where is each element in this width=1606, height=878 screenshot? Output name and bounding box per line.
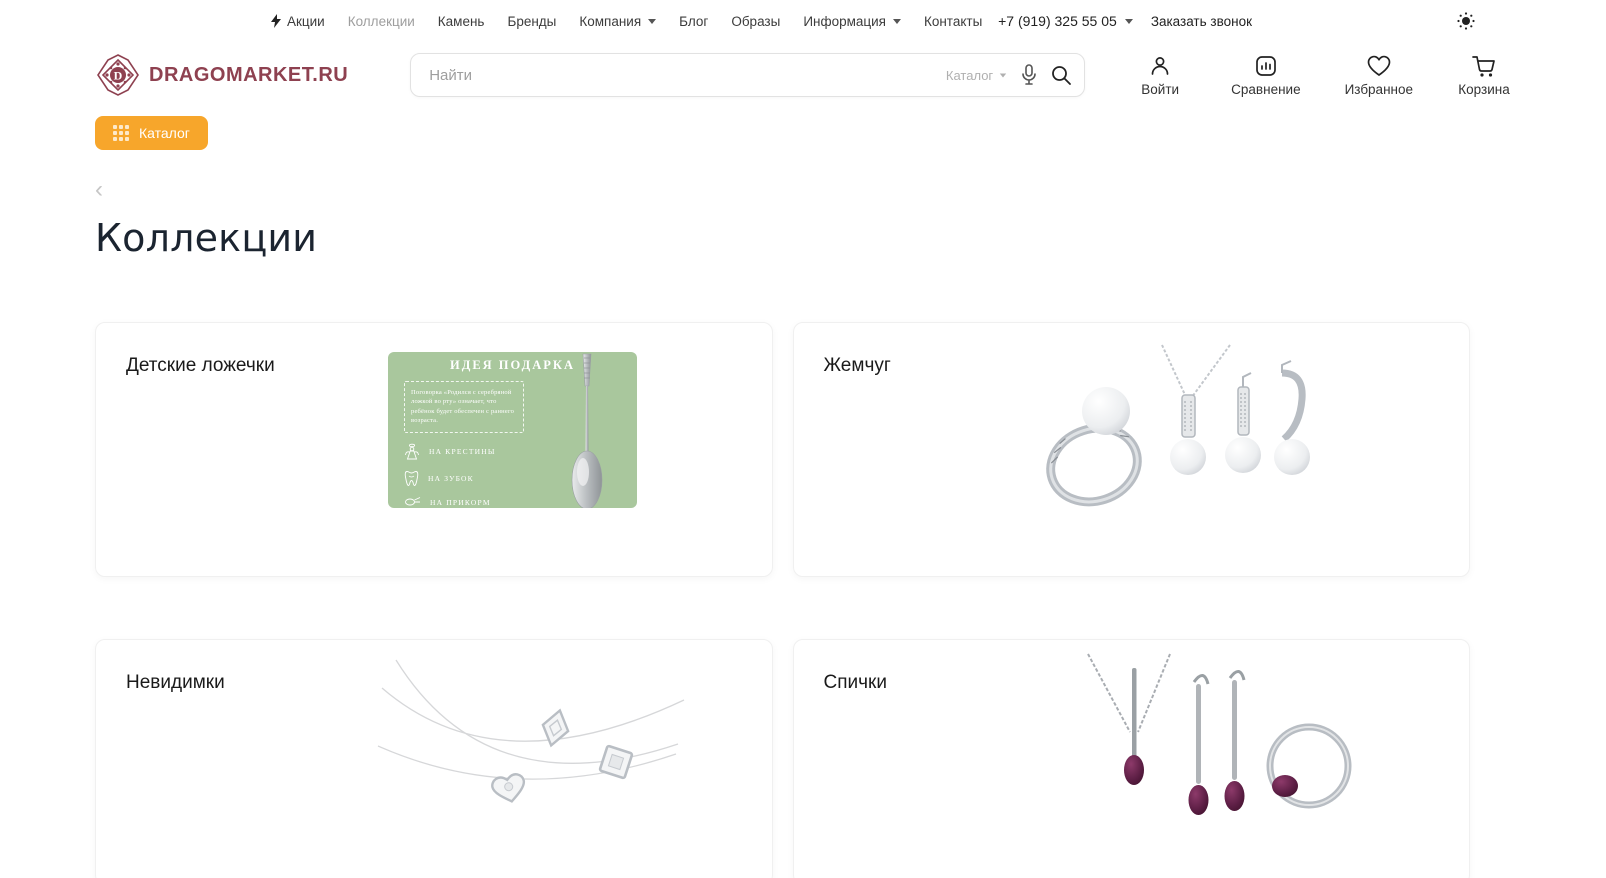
nav-label: Образы [731, 14, 780, 29]
logo[interactable]: D DRAGOMARKET.RU [95, 52, 348, 98]
nav-label: Коллекции [348, 14, 415, 29]
baby-spoons-banner-image: ИДЕЯ ПОДАРКА Поговорка «Родился с серебр… [388, 352, 637, 508]
nav-label: Компания [579, 14, 641, 29]
banner-note: Поговорка «Родился с серебряной ложкой в… [404, 381, 524, 433]
action-label: Избранное [1345, 82, 1413, 97]
action-label: Сравнение [1231, 82, 1300, 97]
top-navigation: Акции Коллекции Камень Бренды Компания Б… [270, 14, 982, 29]
logo-text: DRAGOMARKET.RU [149, 64, 348, 87]
invisible-necklaces-image [378, 658, 688, 818]
chevron-down-icon [648, 19, 656, 24]
search-icon[interactable] [1051, 65, 1071, 85]
collection-title: Невидимки [126, 672, 225, 694]
collection-card-matches[interactable]: Спички [793, 639, 1471, 878]
compare-chart-icon [1254, 54, 1278, 78]
collections-grid-row-1: Детские ложечки ИДЕЯ ПОДАРКА Поговорка «… [95, 322, 1470, 577]
search-category-dropdown[interactable]: Каталог [946, 68, 1007, 83]
silver-spoon-image [565, 352, 609, 508]
cart-icon [1471, 54, 1497, 78]
microphone-icon[interactable] [1021, 64, 1037, 86]
banner-row-label: НА КРЕСТИНЫ [429, 447, 496, 456]
logo-icon: D [95, 52, 141, 98]
nav-label: Информация [803, 14, 886, 29]
favorites-button[interactable]: Избранное [1345, 54, 1413, 97]
collection-card-pearls[interactable]: Жемчуг [793, 322, 1471, 577]
topbar: Акции Коллекции Камень Бренды Компания Б… [0, 0, 1606, 42]
catalog-button[interactable]: Каталог [95, 116, 208, 150]
phone-group: +7 (919) 325 55 05 Заказать звонок [998, 13, 1252, 29]
catalog-button-label: Каталог [139, 125, 190, 141]
tooth-icon [404, 470, 419, 487]
theme-toggle-button[interactable] [1457, 12, 1475, 30]
logo-letter: D [114, 69, 123, 83]
header: D DRAGOMARKET.RU Каталог [0, 42, 1606, 112]
nav-item-promos[interactable]: Акции [270, 14, 325, 29]
grid-icon [113, 125, 129, 141]
chevron-down-icon [1125, 19, 1133, 24]
nav-label: Акции [287, 14, 325, 29]
nav-label: Бренды [507, 14, 556, 29]
back-button[interactable]: ‹ [95, 180, 115, 200]
sun-icon [1457, 12, 1475, 30]
banner-row-label: НА ЗУБОК [428, 474, 474, 483]
nav-item-contacts[interactable]: Контакты [924, 14, 982, 29]
phone-number[interactable]: +7 (919) 325 55 05 [998, 13, 1133, 29]
collections-grid-row-2: Невидимки Спички [95, 639, 1470, 878]
collection-title: Спички [824, 672, 887, 694]
collection-card-baby-spoons[interactable]: Детские ложечки ИДЕЯ ПОДАРКА Поговорка «… [95, 322, 773, 577]
page-title: Коллекции [95, 216, 1606, 260]
nav-item-stone[interactable]: Камень [438, 14, 485, 29]
angel-icon [404, 443, 420, 461]
match-jewelry-image [1074, 654, 1374, 834]
nav-item-company[interactable]: Компания [579, 14, 656, 29]
lightning-icon [270, 14, 282, 28]
login-button[interactable]: Войти [1133, 54, 1187, 97]
cart-button[interactable]: Корзина [1457, 54, 1511, 97]
collection-title: Жемчуг [824, 355, 891, 377]
nav-label: Контакты [924, 14, 982, 29]
chevron-down-icon [1000, 73, 1006, 77]
search-category-label: Каталог [946, 68, 993, 83]
request-call-link[interactable]: Заказать звонок [1151, 14, 1252, 29]
action-label: Войти [1141, 82, 1179, 97]
heart-icon [1366, 54, 1392, 78]
header-actions: Войти Сравнение Избранное Корзина [1133, 54, 1511, 97]
collection-title: Детские ложечки [126, 355, 275, 377]
pearl-jewelry-image [1034, 345, 1324, 530]
action-label: Корзина [1458, 82, 1509, 97]
search-bar: Каталог [410, 53, 1085, 97]
feeding-icon [404, 496, 421, 508]
user-icon [1148, 54, 1172, 78]
collection-card-invisible-necklaces[interactable]: Невидимки [95, 639, 773, 878]
banner-row-label: НА ПРИКОРМ [430, 498, 491, 507]
nav-label: Блог [679, 14, 708, 29]
nav-item-brands[interactable]: Бренды [507, 14, 556, 29]
search-extras: Каталог [946, 53, 1071, 97]
phone-text: +7 (919) 325 55 05 [998, 13, 1117, 29]
nav-item-info[interactable]: Информация [803, 14, 901, 29]
nav-item-looks[interactable]: Образы [731, 14, 780, 29]
compare-button[interactable]: Сравнение [1231, 54, 1300, 97]
nav-item-blog[interactable]: Блог [679, 14, 708, 29]
chevron-down-icon [893, 19, 901, 24]
nav-item-collections[interactable]: Коллекции [348, 14, 415, 29]
nav-label: Камень [438, 14, 485, 29]
